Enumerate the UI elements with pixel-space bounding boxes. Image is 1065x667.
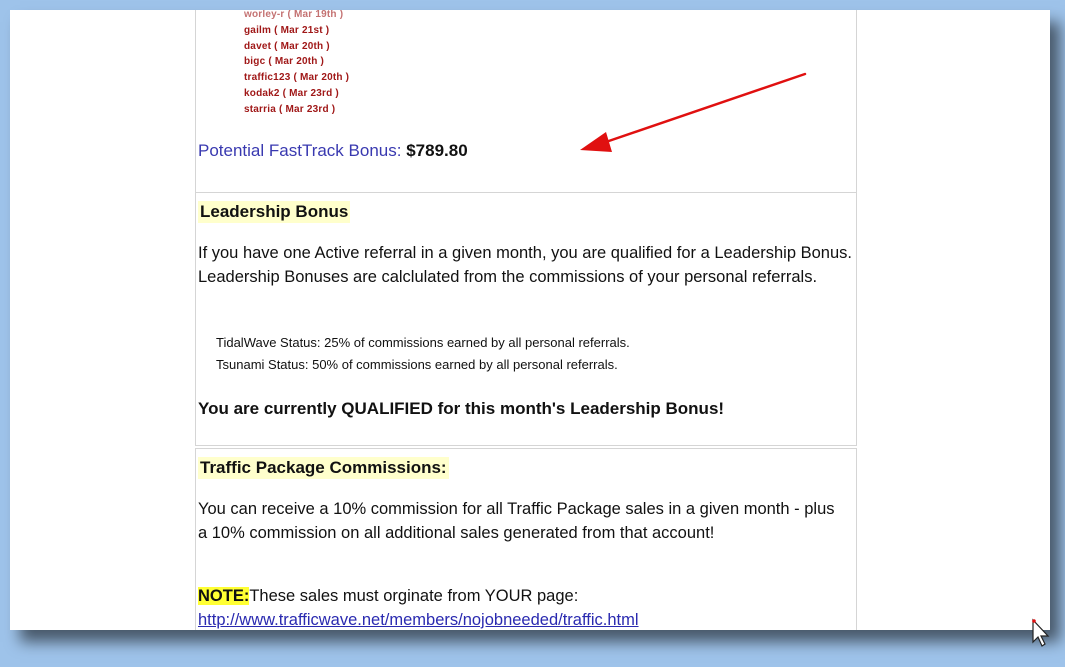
referral-item: starria ( Mar 23rd ) bbox=[244, 103, 336, 115]
referral-item: gailm ( Mar 21st ) bbox=[244, 24, 330, 36]
mouse-pointer-icon bbox=[1032, 618, 1050, 647]
referral-item: davet ( Mar 20th ) bbox=[244, 40, 330, 52]
referral-item: worley-r ( Mar 19th ) bbox=[244, 10, 344, 20]
browser-window: worley-r ( Mar 19th ) gailm ( Mar 21st )… bbox=[10, 10, 1050, 630]
note-tag: NOTE: bbox=[198, 587, 250, 605]
fasttrack-bonus: Potential FastTrack Bonus: $789.80 bbox=[198, 141, 468, 161]
traffic-page-link[interactable]: http://www.trafficwave.net/members/nojob… bbox=[198, 611, 639, 630]
qualified-message: You are currently QUALIFIED for this mon… bbox=[198, 399, 725, 418]
note: NOTE:These sales must orginate from YOUR… bbox=[198, 587, 578, 606]
tsunami-status: Tsunami Status: 50% of commissions earne… bbox=[216, 357, 618, 372]
traffic-package-title: Traffic Package Commissions: bbox=[198, 457, 449, 479]
referral-item: traffic123 ( Mar 20th ) bbox=[244, 72, 350, 84]
note-text: These sales must orginate from YOUR page… bbox=[249, 587, 579, 605]
referral-item: kodak2 ( Mar 23rd ) bbox=[244, 87, 339, 99]
leadership-panel: Leadership Bonus If you have one Active … bbox=[195, 192, 857, 446]
red-arrow-icon bbox=[580, 72, 807, 152]
fasttrack-bonus-value: $789.80 bbox=[406, 141, 468, 160]
leadership-title: Leadership Bonus bbox=[198, 201, 351, 223]
leadership-description: If you have one Active referral in a giv… bbox=[198, 244, 852, 286]
traffic-package-panel: Traffic Package Commissions: You can rec… bbox=[195, 448, 857, 630]
referral-item: bigc ( Mar 20th ) bbox=[244, 56, 325, 68]
fasttrack-bonus-label: Potential FastTrack Bonus: bbox=[198, 141, 402, 160]
traffic-package-description: You can receive a 10% commission for all… bbox=[198, 500, 835, 542]
tidalwave-status: TidalWave Status: 25% of commissions ear… bbox=[216, 335, 630, 350]
referral-list: worley-r ( Mar 19th ) gailm ( Mar 21st )… bbox=[244, 10, 349, 118]
